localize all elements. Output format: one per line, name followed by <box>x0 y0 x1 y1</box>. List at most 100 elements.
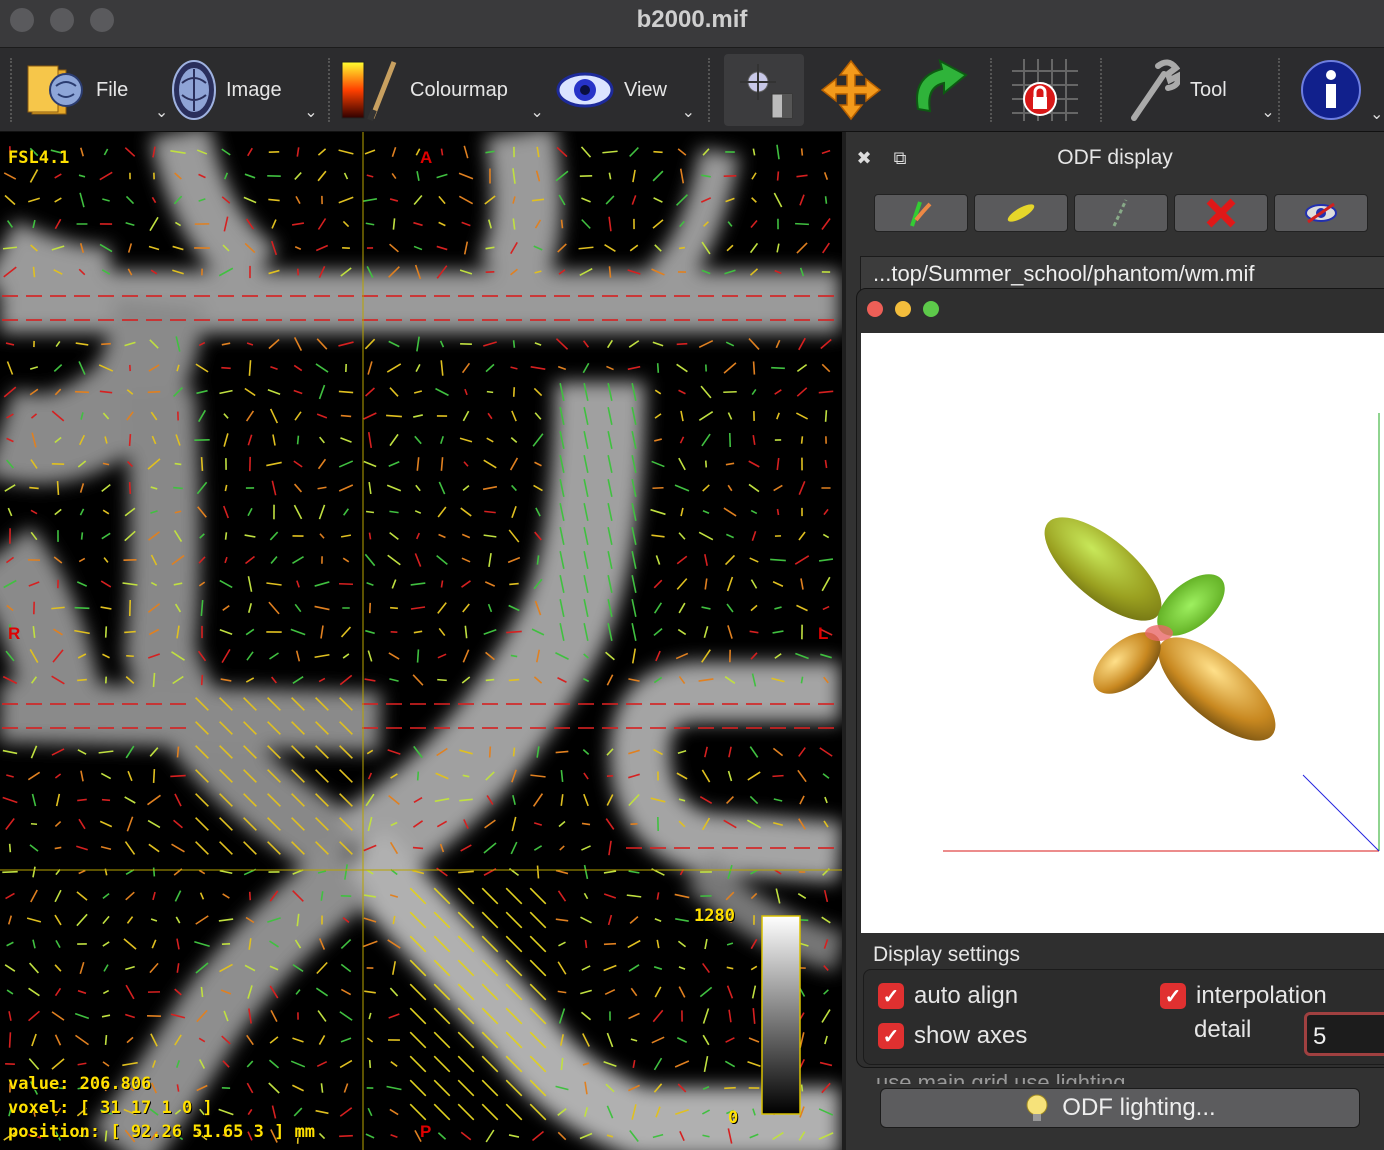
odf-glyph-mark <box>294 246 302 250</box>
odf-glyph-mark <box>436 245 448 251</box>
odf-glyph-mark <box>296 147 300 157</box>
odf-glyph-mark <box>675 194 689 206</box>
odf-glyph-mark <box>77 749 87 755</box>
odf-glyph-mark <box>679 168 685 184</box>
odf-glyph-mark <box>80 532 84 540</box>
preview-minimize-button[interactable] <box>895 301 911 317</box>
odf-glyph-mark <box>125 965 135 971</box>
odf-glyph-mark <box>338 484 354 492</box>
odf-glyph-mark <box>583 793 589 807</box>
odf-glyph-mark <box>4 194 16 206</box>
odf-glyph-mark <box>772 774 784 778</box>
odf-glyph-mark <box>389 678 399 682</box>
odf-glyph-mark <box>481 1055 499 1073</box>
colour-odf-button[interactable] <box>974 194 1068 232</box>
load-fixels-button[interactable] <box>1074 194 1168 232</box>
odf-glyph-mark <box>529 959 547 977</box>
odf-glyph-mark <box>701 769 711 783</box>
odf-glyph-mark <box>409 1079 427 1097</box>
odf-glyph-mark <box>413 221 423 227</box>
odf-glyph-mark <box>74 1012 90 1020</box>
odf-glyph-mark <box>79 508 85 516</box>
crosshair-mode-button[interactable] <box>724 54 804 126</box>
preview-zoom-button[interactable] <box>923 301 939 317</box>
odf-glyph-mark <box>247 434 253 446</box>
image-viewer[interactable]: FSL4.1 A P R L 1280 0 value: 206.806 vox… <box>0 132 842 1150</box>
odf-glyph-mark <box>460 1131 472 1141</box>
odf-glyph-mark <box>365 1133 375 1139</box>
odf-glyph-mark <box>319 436 325 444</box>
toolbar-separator <box>1278 58 1280 122</box>
auto-align-checkbox[interactable]: ✓ auto align <box>878 982 1018 1010</box>
preview-close-button[interactable] <box>867 301 883 317</box>
odf-glyph-mark <box>245 555 255 565</box>
odf-glyph-mark <box>174 462 182 466</box>
odf-glyph-mark <box>464 625 468 639</box>
odf-glyph-mark <box>631 575 637 593</box>
file-menu-button[interactable]: File ⌄ <box>26 54 168 126</box>
odf-glyph-mark <box>126 816 134 832</box>
colourmap-menu-button[interactable]: Colourmap ⌄ <box>338 54 544 126</box>
odf-glyph-mark <box>533 484 543 492</box>
hide-odf-button[interactable] <box>1274 194 1368 232</box>
odf-glyph-mark <box>221 366 231 370</box>
odf-glyph-mark <box>631 599 637 617</box>
odf-render-canvas[interactable] <box>861 333 1384 933</box>
odf-glyph-mark <box>292 555 304 565</box>
odf-glyph-mark <box>200 456 204 472</box>
odf-glyph-mark <box>147 819 161 829</box>
odf-glyph-mark <box>198 341 206 347</box>
odf-glyph-mark <box>702 509 710 515</box>
odf-lighting-button[interactable]: ODF lighting... <box>880 1088 1360 1128</box>
show-axes-checkbox[interactable]: ✓ show axes <box>878 1022 1027 1050</box>
image-menu-button[interactable]: Image ⌄ <box>172 54 318 126</box>
odf-glyph-mark <box>726 533 734 539</box>
odf-glyph-mark <box>152 672 156 688</box>
odf-glyph-mark <box>412 846 424 850</box>
open-odf-button[interactable] <box>874 194 968 232</box>
lock-grid-button[interactable] <box>1010 54 1080 126</box>
odf-glyph-mark <box>197 409 207 423</box>
odf-glyph-mark <box>578 246 594 250</box>
odf-glyph-mark <box>340 534 352 538</box>
odf-glyph-mark <box>560 219 564 229</box>
odf-glyph-mark <box>674 1060 690 1068</box>
odf-glyph-mark <box>2 796 18 804</box>
odf-glyph-mark <box>413 630 423 634</box>
odf-glyph-mark <box>219 389 233 395</box>
odf-glyph-mark <box>200 600 204 616</box>
odf-file-path[interactable]: ...top/Summer_school/phantom/wm.mif <box>860 256 1384 292</box>
odf-glyph-mark <box>772 630 784 634</box>
odf-glyph-mark <box>409 1031 427 1049</box>
odf-glyph-mark <box>413 194 423 206</box>
tool-menu-button[interactable]: Tool ⌄ <box>1128 54 1275 126</box>
odf-glyph-mark <box>245 677 255 683</box>
hidden-options-text: use main grid use lighting <box>876 1070 1126 1084</box>
odf-glyph-mark <box>435 387 449 397</box>
odf-glyph-mark <box>416 649 420 663</box>
colourbar-brush-icon <box>341 61 397 122</box>
odf-glyph-mark <box>555 918 569 922</box>
odf-glyph-mark <box>32 219 36 229</box>
odf-glyph-mark <box>704 554 708 566</box>
odf-glyph-mark <box>194 941 210 947</box>
info-button[interactable] <box>1300 54 1362 126</box>
odf-glyph-mark <box>704 746 708 758</box>
odf-glyph-mark <box>484 510 496 514</box>
odf-glyph-mark <box>727 484 733 492</box>
detail-spinbox[interactable]: 5 <box>1304 1012 1384 1056</box>
rotate-mode-button[interactable] <box>908 54 970 126</box>
view-menu-button[interactable]: View ⌄ <box>556 54 695 126</box>
odf-glyph-mark <box>603 942 617 946</box>
odf-glyph-mark <box>26 917 42 923</box>
odf-glyph-mark <box>798 481 806 495</box>
odf-glyph-mark <box>820 653 832 659</box>
odf-glyph-mark <box>603 964 617 972</box>
odf-glyph-mark <box>218 1108 234 1116</box>
odf-glyph-mark <box>608 840 612 856</box>
odf-glyph-mark <box>267 389 281 395</box>
interpolation-checkbox[interactable]: ✓ interpolation <box>1160 982 1327 1010</box>
pan-mode-button[interactable] <box>820 54 882 126</box>
close-odf-button[interactable] <box>1174 194 1268 232</box>
odf-glyph-mark <box>245 628 255 636</box>
